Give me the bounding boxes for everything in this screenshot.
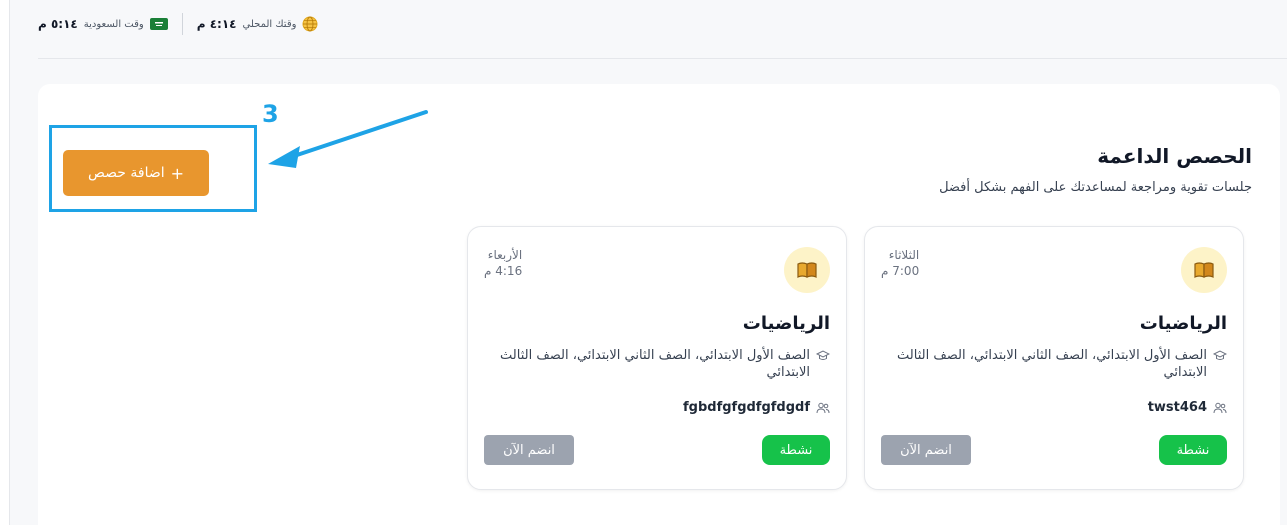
session-day-label: الأربعاء (487, 248, 523, 262)
graduation-cap-icon (1213, 350, 1227, 360)
session-day: الأربعاء 4:16 م (484, 247, 522, 279)
header-divider (38, 58, 1287, 59)
local-time-label: وقتك المحلي (242, 18, 297, 30)
saudi-time: ٥:١٤ م (38, 17, 78, 31)
users-icon (1213, 402, 1227, 414)
book-icon (1181, 247, 1227, 293)
session-subject: الرياضيات (742, 313, 830, 334)
session-card: الثلاثاء 7:00 م الرياضيات الصف الأول الا… (864, 226, 1244, 490)
add-sessions-label: اضافة حصص (87, 165, 165, 181)
section-subtitle: جلسات تقوية ومراجعة لمساعدتك على الفهم ب… (939, 180, 1252, 195)
divider (181, 13, 183, 35)
sidebar-edge (0, 0, 10, 525)
session-grades-text: الصف الأول الابتدائي، الصف الثاني الابتد… (897, 348, 1207, 380)
session-code: fgbdfgfgdfgfdgdf (683, 399, 830, 415)
users-icon (816, 402, 830, 414)
join-now-button[interactable]: انضم الآن (881, 435, 971, 465)
plus-icon: + (170, 163, 185, 183)
saudi-flag-icon (149, 18, 168, 30)
status-badge: نشطة (1159, 435, 1227, 465)
session-card: الأربعاء 4:16 م الرياضيات الصف الأول الا… (467, 226, 847, 490)
section-title: الحصص الداعمة (1097, 144, 1252, 168)
session-code-text: twst464 (1147, 399, 1207, 415)
session-code-text: fgbdfgfgdfgfdgdf (683, 399, 810, 415)
local-time: ٤:١٤ م (196, 17, 237, 31)
session-time: 4:16 م (484, 264, 523, 278)
saudi-time-label: وقت السعودية (83, 18, 144, 30)
time-indicators: ٥:١٤ م وقت السعودية ٤:١٤ م وقتك المحلي (38, 10, 318, 38)
join-now-button[interactable]: انضم الآن (484, 435, 574, 465)
status-badge: نشطة (762, 435, 830, 465)
session-grades: الصف الأول الابتدائي، الصف الثاني الابتد… (500, 347, 830, 381)
book-icon (784, 247, 830, 293)
session-day: الثلاثاء 7:00 م (881, 247, 919, 279)
session-subject: الرياضيات (1139, 313, 1227, 334)
session-time: 7:00 م (881, 264, 920, 278)
session-grades: الصف الأول الابتدائي، الصف الثاني الابتد… (897, 347, 1227, 381)
session-code: twst464 (1148, 399, 1227, 415)
session-day-label: الثلاثاء (888, 248, 920, 262)
session-grades-text: الصف الأول الابتدائي، الصف الثاني الابتد… (500, 348, 810, 380)
supporting-sessions-panel: الحصص الداعمة جلسات تقوية ومراجعة لمساعد… (38, 84, 1280, 525)
add-sessions-button[interactable]: + اضافة حصص (63, 150, 209, 196)
top-bar: ٥:١٤ م وقت السعودية ٤:١٤ م وقتك المحلي (38, 0, 1287, 58)
graduation-cap-icon (816, 350, 830, 360)
globe-icon (302, 16, 318, 32)
